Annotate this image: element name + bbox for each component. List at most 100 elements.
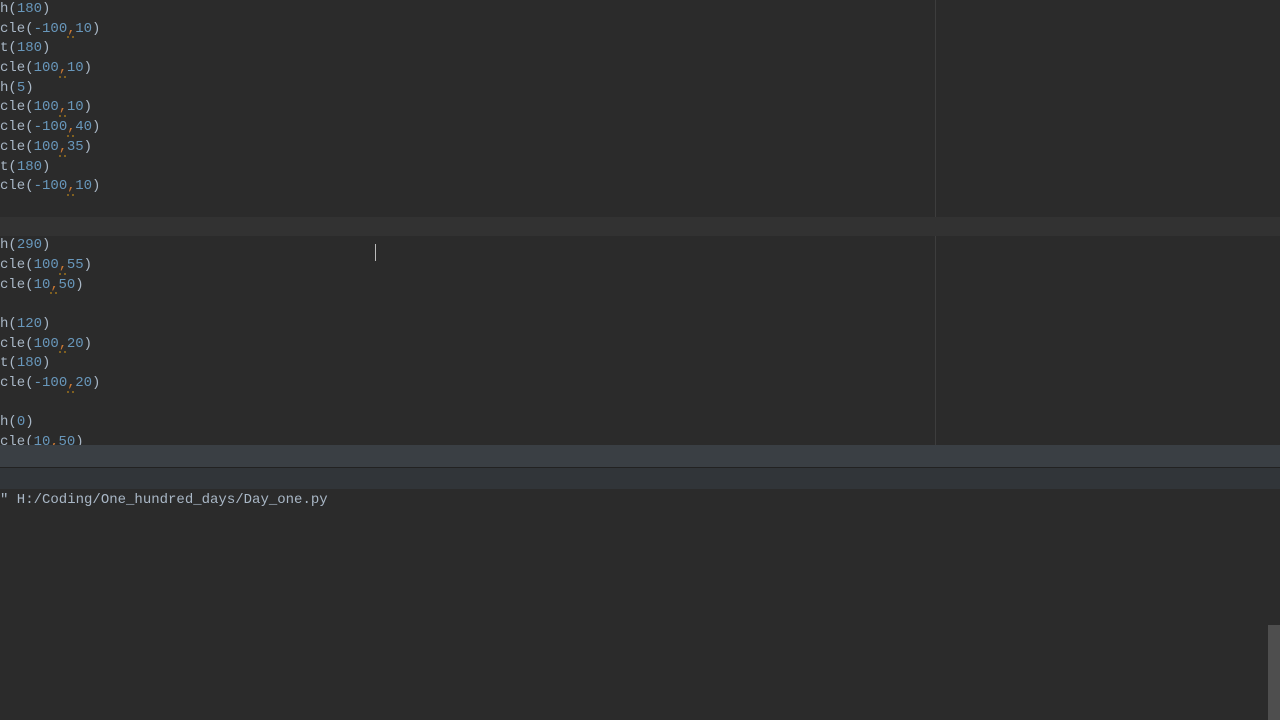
num-token: 35 [67,139,84,155]
num-token: -100 [34,375,68,391]
call-token: cle [0,336,25,352]
code-line[interactable]: h(0) [0,413,1280,433]
num-token: 50 [58,434,75,445]
num-token: 0 [17,414,25,430]
num-token: 10 [75,21,92,37]
num-token: 55 [67,257,84,273]
code-line[interactable] [0,295,1280,315]
paren-token: ( [25,60,33,76]
paren-token: ) [84,60,92,76]
comma-token [59,59,67,79]
code-line[interactable]: cle(-100 40) [0,118,1280,138]
code-line[interactable] [0,217,1280,237]
code-line[interactable] [0,197,1280,217]
num-token: 10 [34,277,51,293]
paren-token: ) [92,119,100,135]
num-token: 20 [67,336,84,352]
call-token: cle [0,257,25,273]
code-line[interactable]: h(180) [0,0,1280,20]
num-token: 50 [58,277,75,293]
num-token: 100 [34,99,59,115]
code-line[interactable]: t(180) [0,39,1280,59]
comma-token [59,98,67,118]
text-caret [375,244,376,261]
num-token: 40 [75,119,92,135]
num-token: 10 [75,178,92,194]
paren-token: ( [25,21,33,37]
code-line[interactable]: cle(1050) [0,276,1280,296]
num-token: 100 [34,257,59,273]
paren-token: ) [92,375,100,391]
num-token: 180 [17,159,42,175]
paren-token: ) [42,1,50,17]
code-line[interactable]: h(120) [0,315,1280,335]
num-token: 180 [17,1,42,17]
num-token: 290 [17,237,42,253]
code-line[interactable]: cle(10055) [0,256,1280,276]
paren-token: ( [25,336,33,352]
paren-token: ) [42,159,50,175]
code-line[interactable]: cle(10010) [0,98,1280,118]
num-token: -100 [34,21,68,37]
paren-token: ( [8,80,16,96]
call-token: cle [0,139,25,155]
code-line[interactable]: t(180) [0,354,1280,374]
num-token: 100 [34,60,59,76]
code-line[interactable]: cle(1050) [0,433,1280,445]
paren-token: ) [92,21,100,37]
num-token: -100 [34,178,68,194]
paren-token: ( [25,257,33,273]
num-token: -100 [34,119,68,135]
paren-token: ( [25,375,33,391]
paren-token: ) [75,434,83,445]
call-token: cle [0,119,25,135]
paren-token: ( [8,237,16,253]
panel-divider-upper[interactable] [0,445,1280,467]
call-token: cle [0,375,25,391]
code-line[interactable]: h(290) [0,236,1280,256]
call-token: cle [0,99,25,115]
comma-token [67,374,75,394]
paren-token: ) [42,40,50,56]
vertical-scrollbar-thumb[interactable] [1268,625,1280,720]
num-token: 10 [67,60,84,76]
code-line[interactable]: cle(10010) [0,59,1280,79]
panel-divider-lower[interactable] [0,467,1280,489]
code-area[interactable]: h(180)cle(-10010)t(180)cle(10010)h(5)cle… [0,0,1280,445]
code-line[interactable]: cle(-100 10) [0,177,1280,197]
call-token: cle [0,21,25,37]
code-line[interactable]: cle(-100 10) [0,20,1280,40]
num-token: 10 [34,434,51,445]
code-editor-pane[interactable]: h(180)cle(-10010)t(180)cle(10010)h(5)cle… [0,0,1280,445]
num-token: 10 [67,99,84,115]
paren-token: ) [75,277,83,293]
call-token: cle [0,178,25,194]
console-pane[interactable]: " H:/Coding/One_hundred_days/Day_one.py [0,489,1280,720]
code-line[interactable]: cle(100 35) [0,138,1280,158]
code-line[interactable]: cle(-10020) [0,374,1280,394]
num-token: 100 [34,139,59,155]
paren-token: ) [42,316,50,332]
paren-token: ( [25,178,33,194]
num-token: 180 [17,355,42,371]
paren-token: ( [8,40,16,56]
code-line[interactable] [0,394,1280,414]
code-line[interactable]: cle(10020) [0,335,1280,355]
paren-token: ( [8,414,16,430]
comma-token [59,335,67,355]
num-token: 5 [17,80,25,96]
paren-token: ( [8,316,16,332]
paren-token: ( [25,119,33,135]
paren-token: ) [92,178,100,194]
paren-token: ) [42,355,50,371]
comma-token [50,276,58,296]
code-line[interactable]: t(180) [0,158,1280,178]
paren-token: ) [25,80,33,96]
comma-token [59,138,67,158]
call-token: cle [0,434,25,445]
comma-token [50,433,58,445]
code-line[interactable]: h(5) [0,79,1280,99]
num-token: 180 [17,40,42,56]
paren-token: ) [84,139,92,155]
paren-token: ( [25,139,33,155]
